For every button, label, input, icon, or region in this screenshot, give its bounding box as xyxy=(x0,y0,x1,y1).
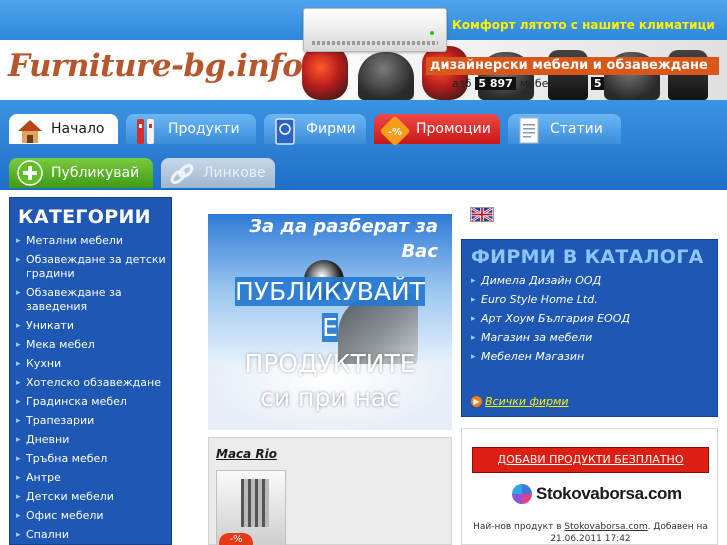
latest-source-link[interactable]: Stokovaborsa.com xyxy=(564,522,647,532)
home-icon xyxy=(18,120,42,143)
latest-date: 21.06.2011 17:42 xyxy=(550,534,631,544)
category-list: Метални мебели Обзавеждане за детски гра… xyxy=(10,228,171,542)
chain-link-icon xyxy=(170,164,194,184)
add-products-free-button[interactable]: ДОБАВИ ПРОДУКТИ БЕЗПЛАТНО xyxy=(472,447,709,473)
latest-suffix: . Добавен на xyxy=(647,522,708,532)
tab-articles[interactable]: Статии xyxy=(508,114,621,144)
category-item[interactable]: Уникати xyxy=(16,319,167,333)
plus-icon xyxy=(17,160,43,186)
tab-promotions-label: Промоции xyxy=(416,121,491,137)
category-item[interactable]: Градинска мебел xyxy=(16,395,167,409)
banner-publish-text: ПУБЛИКУВАЙТ xyxy=(235,277,425,306)
product-thumbnail[interactable]: -% xyxy=(216,470,286,545)
banner-products-text: ПРОДУКТИТЕ xyxy=(244,349,416,378)
category-item[interactable]: Трапезарии xyxy=(16,414,167,428)
firm-list: Димела Дизайн ООД Euro Style Home Ltd. А… xyxy=(462,270,717,364)
category-item[interactable]: Метални мебели xyxy=(16,234,167,248)
firm-item[interactable]: Арт Хоум България ЕООД xyxy=(471,312,717,326)
tab-firms-label: Фирми xyxy=(306,121,356,137)
products-icon xyxy=(137,119,154,144)
category-item[interactable]: Мека мебел xyxy=(16,338,167,352)
tab-publish[interactable]: Публикувай xyxy=(9,158,153,188)
firm-item[interactable]: Мебелен Магазин xyxy=(471,350,717,364)
air-conditioner-image[interactable] xyxy=(303,8,447,52)
document-icon xyxy=(519,117,539,144)
featured-product-card: Маса Rio -% xyxy=(208,437,452,545)
climate-promo-text[interactable]: Комфорт лятото с нашите климатици xyxy=(452,18,715,32)
counter-value-2: 5 xyxy=(590,76,605,90)
firm-item[interactable]: Димела Дизайн ООД xyxy=(471,274,717,288)
ac-led-icon xyxy=(430,31,434,35)
firm-item[interactable]: Euro Style Home Ltd. xyxy=(471,293,717,307)
category-item[interactable]: Тръбна мебел xyxy=(16,452,167,466)
tab-articles-label: Статии xyxy=(550,121,603,137)
latest-product-note: Най-нов продукт в Stokovaborsa.com. Доба… xyxy=(462,521,719,545)
category-item[interactable]: Офис мебели xyxy=(16,509,167,523)
category-item[interactable]: Антре xyxy=(16,471,167,485)
tab-home-label: Начало xyxy=(51,121,105,137)
category-item[interactable]: Обзавеждане за детски градини xyxy=(16,253,167,281)
ski-helmet-icon xyxy=(358,52,414,100)
arrow-right-icon: ▶ xyxy=(471,396,482,407)
counter-tail: кти xyxy=(566,76,587,90)
stokovaborsa-name: Stokovaborsa.com xyxy=(536,484,682,503)
tab-home[interactable]: Начало xyxy=(9,114,118,144)
counter-suffix: мебели xyxy=(519,76,563,90)
categories-title: КАТЕГОРИИ xyxy=(18,206,151,228)
site-logo[interactable]: Furniture-bg.info xyxy=(8,48,303,84)
category-item[interactable]: Спални xyxy=(16,528,167,542)
product-image xyxy=(241,479,269,527)
tab-products[interactable]: Продукти xyxy=(126,114,256,144)
tab-publish-label: Публикувай xyxy=(51,165,140,181)
english-flag-icon[interactable] xyxy=(470,207,494,222)
tab-products-label: Продукти xyxy=(168,121,240,137)
firms-title: ФИРМИ В КАТАЛОГА xyxy=(471,246,704,268)
banner-publish-text-2: Е xyxy=(322,313,338,342)
publish-products-banner[interactable]: За да разберат за Вас ПУБЛИКУВАЙТ Е ПРОД… xyxy=(208,214,452,430)
counter-prefix: азб xyxy=(452,76,472,90)
stokovaborsa-box: ДОБАВИ ПРОДУКТИ БЕЗПЛАТНО Stokovaborsa.c… xyxy=(461,428,718,545)
all-firms-link[interactable]: ▶ Всички фирми xyxy=(471,395,569,408)
sale-badge: -% xyxy=(219,533,253,545)
main-navigation: Начало Продукти Фирми -% Промоции Статии… xyxy=(0,100,727,190)
category-item[interactable]: Кухни xyxy=(16,357,167,371)
category-item[interactable]: Обзавеждане за заведения xyxy=(16,286,167,314)
ski-goggles-icon xyxy=(302,46,348,100)
design-furniture-banner[interactable]: дизайнерски мебели и обзавеждане xyxy=(426,57,719,75)
stokovaborsa-ball-icon xyxy=(512,484,532,504)
promo-badge: -% xyxy=(388,127,402,138)
banner-headline: За да разберат за Вас xyxy=(249,216,438,262)
product-counter: азб 5 897 мебели кти 5 xyxy=(452,76,605,90)
counter-value: 5 897 xyxy=(475,76,516,90)
tab-links-label: Линкове xyxy=(203,165,266,181)
tab-links[interactable]: Линкове xyxy=(161,158,275,188)
latest-prefix: Най-нов продукт в xyxy=(473,522,562,532)
category-item[interactable]: Дневни xyxy=(16,433,167,447)
firm-item[interactable]: Магазин за мебели xyxy=(471,331,717,345)
ac-vent xyxy=(312,41,438,45)
tab-firms[interactable]: Фирми xyxy=(264,114,366,145)
stokovaborsa-logo[interactable]: Stokovaborsa.com xyxy=(512,484,682,504)
banner-with-us-text: си при нас xyxy=(260,383,400,412)
tab-promotions[interactable]: -% Промоции xyxy=(374,114,500,146)
categories-sidebar: КАТЕГОРИИ Метални мебели Обзавеждане за … xyxy=(9,197,172,545)
firms-icon xyxy=(275,118,295,145)
firms-catalog-box: ФИРМИ В КАТАЛОГА Димела Дизайн ООД Euro … xyxy=(461,239,718,417)
product-title-link[interactable]: Маса Rio xyxy=(216,447,277,461)
category-item[interactable]: Детски мебели xyxy=(16,490,167,504)
all-firms-label: Всички фирми xyxy=(485,395,569,408)
category-item[interactable]: Хотелско обзавеждане xyxy=(16,376,167,390)
percent-icon: -% xyxy=(380,116,410,146)
